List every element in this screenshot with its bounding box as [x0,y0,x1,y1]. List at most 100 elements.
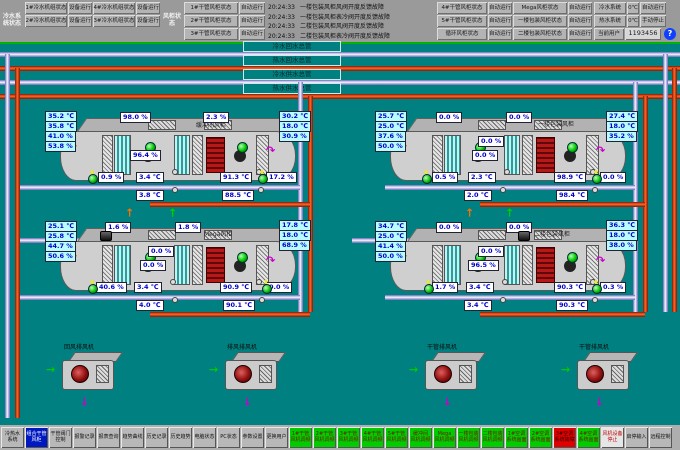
sensor-icon [172,169,178,175]
toolbar-button[interactable]: 报警记录 [73,427,96,448]
riser-pipe [15,68,20,418]
chiller-status-cell: 设备运行 [68,2,92,14]
heating-coil-icon [536,247,555,283]
filter-panel-icon [522,245,533,285]
hot-water-status: 手动停止 [640,15,666,27]
chiller-status-cell: 设备运行 [136,2,160,14]
value-box: 35.2 % [606,131,637,142]
toolbar-button[interactable]: 一楼包装 风机调频 [457,427,480,448]
toolbar-button[interactable]: 历史记录 [145,427,168,448]
value-box: 38.0 % [606,240,637,251]
value-box: 1.7 % [432,282,458,293]
exhaust-fan-unit[interactable] [577,352,633,390]
toolbar-button[interactable]: 更换用户 [265,427,288,448]
toolbar-button[interactable]: 3#空调 系统故障 [553,427,576,448]
sensor-icon [500,297,506,303]
flow-arrow-icon: → [561,364,570,375]
fan-status-cell: 二楼包装风柜状态 [513,28,567,40]
toolbar-button[interactable]: PC状态 [217,427,240,448]
ahu-name: 二楼包装风柜 [534,229,570,238]
toolbar-button[interactable]: 3#干管 风机调频 [337,427,360,448]
sensor-icon [170,279,176,285]
toolbar-button[interactable]: 1#空调 系统画面 [505,427,528,448]
filter-panel-icon [192,245,203,285]
heating-coil-icon [536,137,555,173]
value-box: 4.0 ℃ [136,300,164,311]
toolbar-button[interactable]: 风机设备 停止 [601,427,624,448]
value-box: 0.0 % [148,246,174,257]
fan-status-cell: 自动运行 [568,15,592,27]
chiller-group-label: 冷水系统状态 [1,1,23,40]
filter-panel-icon [102,135,113,175]
filter-panel-icon [522,135,533,175]
alarm-row: 20:24:33二楼包装风柜表冷阀开度反馈故障 [268,31,434,40]
toolbar-button[interactable]: 2#干管 风机调频 [313,427,336,448]
fan-grille-icon [259,365,272,383]
toolbar-button[interactable]: 4#干管 风机调频 [361,427,384,448]
valve-icon[interactable] [88,280,97,293]
exhaust-fan-unit[interactable] [425,352,481,390]
riser-pipe [5,54,10,418]
value-box: 0.9 % [98,172,124,183]
toolbar-button[interactable]: 2#空调 系统画面 [529,427,552,448]
hot-water-system-label: 热水系统 [594,15,626,27]
fan-status-cell: 循环风柜状态 [437,28,487,40]
pump-icon [100,231,112,241]
top-status-bar: 冷水系统状态 风柜状态 冷水系统 0℃ 自动运行 热水系统 0℃ 手动停止 当前… [0,0,680,42]
valve-icon[interactable] [88,170,97,183]
fan-status-cell: Mega风柜状态 [513,2,567,14]
toolbar-button[interactable]: 干管阀门 控制 [49,427,72,448]
value-box: 50.0 % [375,141,406,152]
flow-arrow-icon: → [504,208,515,217]
toolbar-button[interactable]: 电脑状态 [193,427,216,448]
fan-icon [234,365,252,383]
toolbar-button[interactable]: 4#空调 系统画面 [577,427,600,448]
toolbar-button[interactable]: 二楼包装 风机调频 [481,427,504,448]
fan-status-cell: 自动运行 [488,15,512,27]
fan-icon [71,365,89,383]
value-box: 2.3 % [203,112,229,123]
valve-icon[interactable] [258,170,267,183]
toolbar-button[interactable]: 报表查询 [97,427,120,448]
fan-label: 干管排风机 [579,342,609,351]
value-box: 2.0 ℃ [464,190,492,201]
cooling-coil-icon [444,245,461,285]
valve-icon[interactable] [262,280,271,293]
ahu-grille [148,120,176,130]
valve-icon[interactable] [424,280,433,293]
flow-arrow-icon: → [594,397,605,406]
toolbar-button[interactable]: 冷热水 系统 [1,427,24,448]
toolbar-button[interactable]: Mega 风机调频 [433,427,456,448]
value-box: 3.4 ℃ [136,172,164,183]
toolbar-button[interactable]: 远程控制 [649,427,672,448]
sensor-icon [172,297,178,303]
valve-icon[interactable] [592,280,601,293]
toolbar-button[interactable]: 1#干管 风机调频 [289,427,312,448]
toolbar-button[interactable]: 历史趋势 [169,427,192,448]
ahu-grille [148,230,176,240]
toolbar-button[interactable]: 5#干管 风机调频 [385,427,408,448]
toolbar-button[interactable]: 趋势曲线 [121,427,144,448]
value-box: 91.3 ℃ [220,172,252,183]
alarm-row: 20:24:33一楼包装风柜表冷阀开度反馈故障 [268,12,434,21]
cold-water-system-label: 冷水系统 [594,2,626,14]
branch-pipe [480,312,645,317]
flow-arrow-icon: → [209,364,218,375]
toolbar-button[interactable]: 参数设置 [241,427,264,448]
exhaust-fan-unit[interactable] [62,352,118,390]
sensor-icon [592,297,598,303]
toolbar-button[interactable]: 缓冲间 风机调频 [409,427,432,448]
fan-grille-icon [611,365,624,383]
exhaust-fan-unit[interactable] [225,352,281,390]
alarm-text: 一楼包装风柜表冷阀开度反馈故障 [300,14,390,21]
valve-icon[interactable] [592,170,601,183]
toolbar-button[interactable]: 启停输入 [625,427,648,448]
help-button[interactable]: ? [664,28,676,40]
branch-pipe [150,312,310,317]
fan-status-cell: 1#干管风柜状态 [184,2,238,14]
fan-status-cell: 自动运行 [568,28,592,40]
current-user-label: 当前用户 [594,28,624,40]
valve-icon[interactable] [422,170,431,183]
toolbar-button[interactable]: 组合干管 风柜 [25,427,48,448]
value-box: 3.4 ℃ [134,282,162,293]
